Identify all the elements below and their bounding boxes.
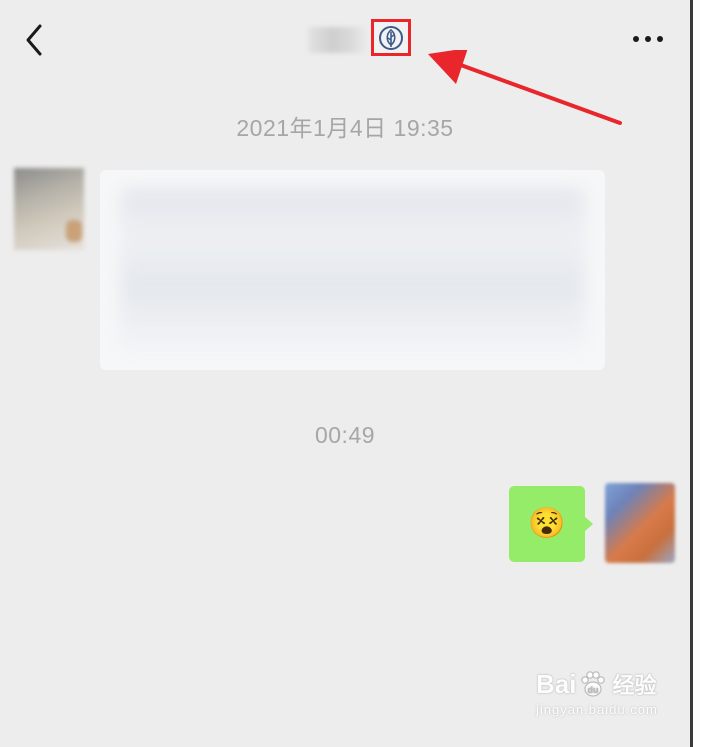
received-message-bubble[interactable]: [100, 170, 605, 370]
dizzy-face-sticker: 😵: [528, 507, 566, 540]
avatar-contact[interactable]: [14, 168, 84, 250]
watermark-brand: Bai: [536, 668, 577, 699]
paw-icon: du: [581, 671, 606, 697]
window-edge: [690, 0, 701, 747]
avatar-self[interactable]: [605, 483, 675, 563]
message-content-blurred: [120, 188, 585, 352]
watermark-suffix: 经验: [612, 673, 657, 698]
watermark-url: jingyan.baidu.com: [536, 702, 658, 717]
timestamp: 2021年1月4日 19:35: [236, 115, 454, 141]
more-dots-icon: [633, 36, 663, 42]
verified-badge-highlight[interactable]: [371, 19, 411, 56]
sent-message-bubble[interactable]: 😵: [509, 486, 593, 562]
timestamp: 00:49: [314, 422, 376, 448]
chevron-left-icon: [26, 24, 42, 56]
back-button[interactable]: [18, 20, 50, 60]
svg-text:du: du: [588, 685, 599, 695]
baidu-jingyan-watermark: Bai du 经验 jingyan.baidu.com: [536, 668, 676, 728]
more-options-button[interactable]: [628, 28, 668, 50]
chat-screen: 2021年1月4日 19:35 00:49 😵 Bai du 经验 jingya…: [0, 0, 690, 747]
chat-title: [308, 20, 368, 60]
leaf-badge-icon: [379, 25, 403, 50]
contact-name-blurred: [308, 27, 368, 53]
